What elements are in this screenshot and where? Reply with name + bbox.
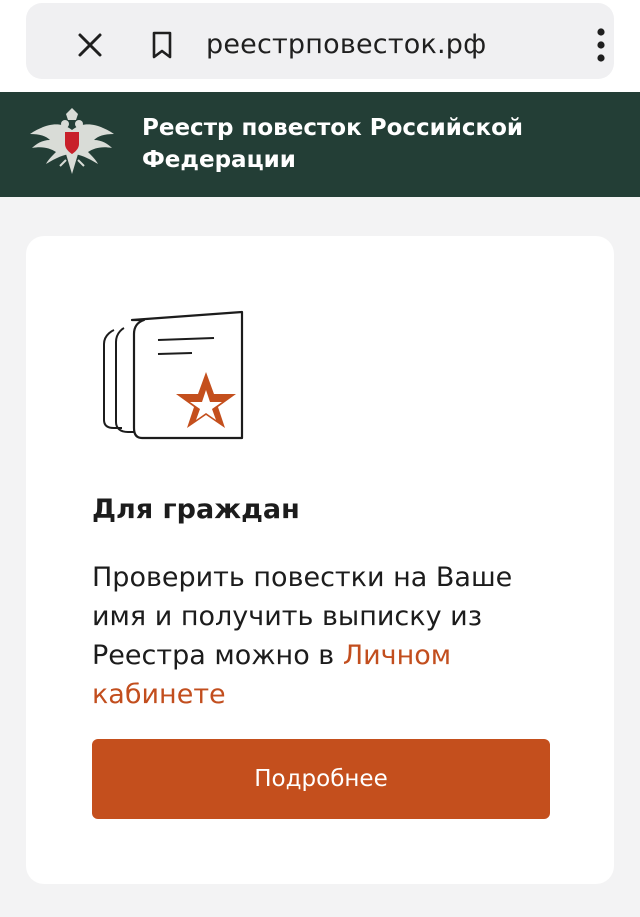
- card-description: Проверить повестки на Ваше имя и получит…: [92, 558, 562, 714]
- site-header: Реестр повесток Российской Федерации: [0, 92, 640, 197]
- document-star-icon: [103, 310, 244, 440]
- more-vert-icon: [597, 28, 605, 62]
- browser-menu-button[interactable]: [581, 23, 621, 67]
- address-bar[interactable]: реестрповесток.рф: [26, 3, 614, 79]
- url-text[interactable]: реестрповесток.рф: [206, 25, 486, 65]
- double-headed-eagle-emblem: [30, 108, 114, 174]
- card-heading: Для граждан: [92, 494, 300, 525]
- browser-toolbar: реестрповесток.рф: [0, 0, 640, 92]
- bookmark-button[interactable]: [142, 25, 182, 65]
- close-tab-button[interactable]: [70, 25, 110, 65]
- citizens-card: Для граждан Проверить повестки на Ваше и…: [26, 236, 614, 884]
- site-title[interactable]: Реестр повесток Российской Федерации: [142, 112, 582, 176]
- more-details-button[interactable]: Подробнее: [92, 739, 550, 819]
- close-icon: [78, 33, 102, 57]
- bookmark-icon: [152, 31, 172, 59]
